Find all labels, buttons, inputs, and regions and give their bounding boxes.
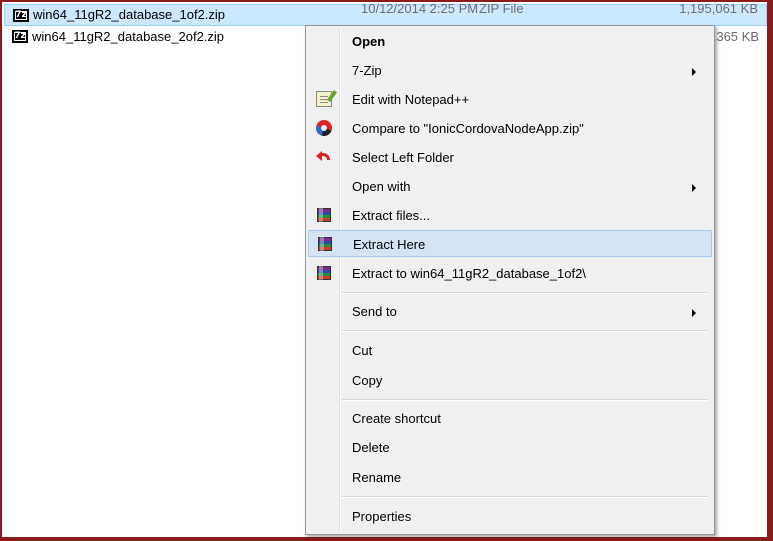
menu-separator — [342, 330, 708, 332]
menu-item-compare-to[interactable]: Compare to "IonicCordovaNodeApp.zip" — [308, 115, 712, 142]
menu-item-extract-to[interactable]: Extract to win64_11gR2_database_1of2\ — [308, 260, 712, 287]
menu-item-properties[interactable]: Properties — [308, 503, 712, 530]
menu-separator — [342, 399, 708, 401]
file-type: ZIP File — [479, 1, 524, 16]
menu-item-label: Open with — [352, 179, 411, 194]
menu-item-select-left-folder[interactable]: Select Left Folder — [308, 144, 712, 171]
winrar-icon — [316, 207, 332, 223]
file-size: 1,195,061 KB — [679, 1, 758, 16]
window-frame-right — [767, 0, 773, 541]
menu-item-extract-here[interactable]: Extract Here — [308, 230, 712, 257]
submenu-arrow-icon — [692, 184, 696, 192]
menu-item-edit-with-notepad[interactable]: Edit with Notepad++ — [308, 86, 712, 113]
menu-item-label: Select Left Folder — [352, 150, 454, 165]
notepad-icon — [316, 91, 332, 107]
menu-item-label: Extract files... — [352, 208, 431, 223]
menu-item-label: 7-Zip — [352, 63, 382, 78]
menu-item-copy[interactable]: Copy — [308, 367, 712, 394]
winrar-icon — [317, 236, 333, 252]
menu-item-extract-files[interactable]: Extract files... — [308, 202, 712, 229]
undo-arrow-icon — [316, 149, 332, 165]
menu-item-rename[interactable]: Rename — [308, 464, 712, 491]
file-name: win64_11gR2_database_1of2.zip — [33, 7, 226, 22]
menu-item-label: Delete — [352, 440, 390, 455]
menu-separator — [342, 292, 708, 294]
menu-item-send-to[interactable]: Send to — [308, 298, 712, 325]
file-date: 10/12/2014 2:25 PM — [361, 1, 479, 16]
menu-item-label: Cut — [352, 343, 373, 358]
compare-icon — [316, 120, 332, 136]
menu-item-label: Copy — [352, 373, 383, 388]
menu-item-label: Extract to win64_11gR2_database_1of2\ — [352, 266, 586, 281]
window-frame-left — [0, 0, 2, 541]
winrar-icon — [316, 265, 332, 281]
7zip-archive-icon: 7z — [12, 30, 28, 43]
menu-item-open[interactable]: Open — [308, 28, 712, 55]
menu-item-label: Rename — [352, 470, 402, 485]
menu-item-open-with[interactable]: Open with — [308, 173, 712, 200]
menu-item-label: Extract Here — [353, 237, 426, 252]
menu-item-label: Open — [352, 34, 386, 49]
menu-item-label: Edit with Notepad++ — [352, 92, 470, 107]
submenu-arrow-icon — [692, 68, 696, 76]
window-frame-bottom — [0, 537, 773, 541]
file-name: win64_11gR2_database_2of2.zip — [32, 29, 225, 44]
menu-item-label: Send to — [352, 304, 397, 319]
menu-separator — [342, 496, 708, 498]
7zip-archive-icon: 7z — [13, 9, 29, 22]
menu-item-label: Compare to "IonicCordovaNodeApp.zip" — [352, 121, 584, 136]
menu-item-delete[interactable]: Delete — [308, 434, 712, 461]
menu-item-label: Create shortcut — [352, 411, 441, 426]
menu-item-create-shortcut[interactable]: Create shortcut — [308, 405, 712, 432]
file-row[interactable]: 7z win64_11gR2_database_1of2.zip 10/12/2… — [4, 1, 767, 26]
submenu-arrow-icon — [692, 309, 696, 317]
menu-item-label: Properties — [352, 509, 412, 524]
menu-item-cut[interactable]: Cut — [308, 337, 712, 364]
menu-item-7zip[interactable]: 7-Zip — [308, 57, 712, 84]
context-menu: Open 7-Zip Edit with Notepad++ Compare t… — [305, 25, 715, 535]
